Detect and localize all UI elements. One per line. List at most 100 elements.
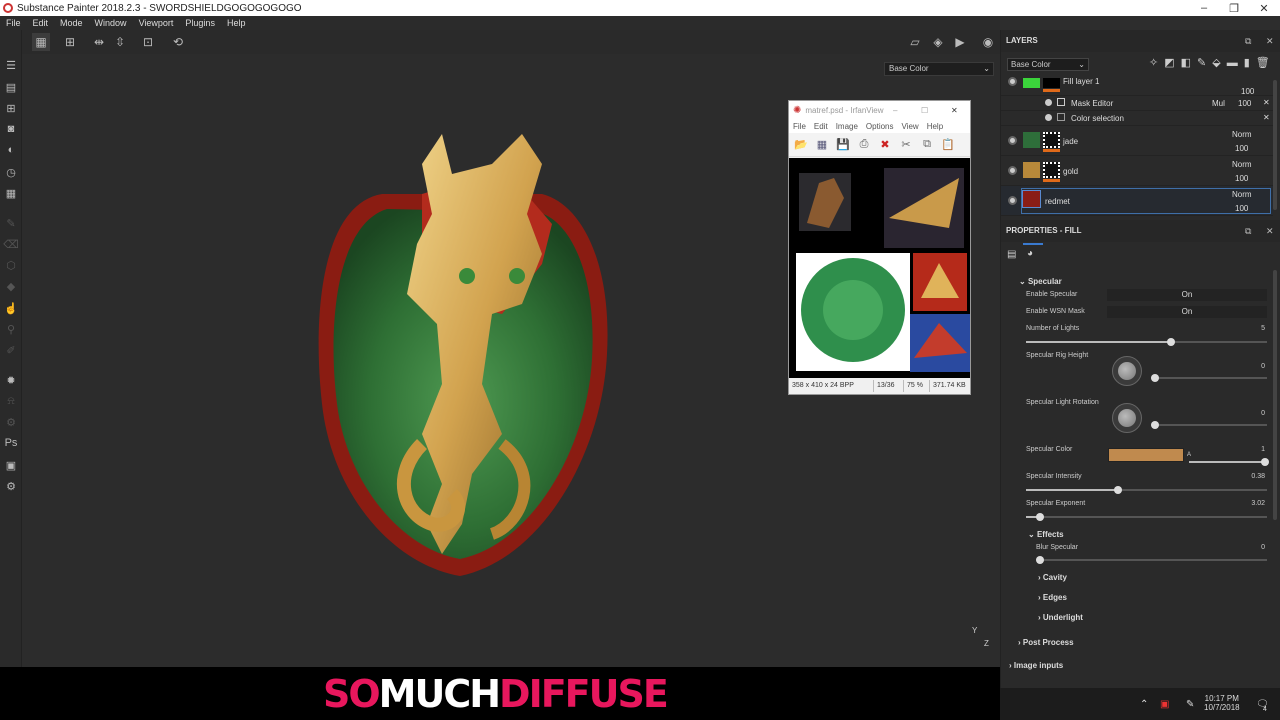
settings-icon[interactable]: ⚙: [4, 479, 18, 493]
minimize-button[interactable]: –: [1188, 0, 1220, 16]
projection-icon[interactable]: ⬡: [4, 258, 18, 272]
light-rotation-dial[interactable]: [1112, 403, 1142, 433]
smudge-icon[interactable]: ☝: [4, 301, 18, 315]
slider-knob[interactable]: [1166, 338, 1175, 346]
reset-view-icon[interactable]: ⟲: [169, 33, 187, 51]
remove-effect-icon[interactable]: ✕: [1263, 113, 1270, 122]
print-icon[interactable]: ⎙: [855, 137, 873, 153]
light-rotation-slider[interactable]: [1151, 421, 1267, 429]
blend-mode[interactable]: Norm: [1232, 130, 1252, 139]
display-settings-icon[interactable]: ◙: [4, 122, 18, 136]
grid-2-icon[interactable]: ⊞: [61, 33, 79, 51]
layers-scrollbar[interactable]: [1273, 80, 1277, 210]
screenshot-icon[interactable]: ◉: [979, 33, 997, 51]
eraser-icon[interactable]: ⌫: [3, 237, 19, 251]
irfan-menu-help[interactable]: Help: [927, 122, 943, 131]
underlight-section-header[interactable]: › Underlight: [1038, 613, 1083, 622]
clone-icon[interactable]: ⚲: [4, 322, 18, 336]
paste-icon[interactable]: 📋: [939, 137, 957, 153]
add-folder-icon[interactable]: ▬: [1227, 57, 1244, 69]
add-mask-icon[interactable]: ◩: [1164, 57, 1180, 69]
remove-effect-icon[interactable]: ✕: [1263, 98, 1270, 107]
rig-height-dial[interactable]: [1112, 356, 1142, 386]
sphere-tab-icon[interactable]: ◕: [1027, 248, 1033, 259]
spec-intensity-slider[interactable]: [1026, 486, 1267, 494]
irfan-maximize-button[interactable]: ☐: [921, 106, 928, 115]
clock[interactable]: 10:17 PM 10/7/2018: [1204, 694, 1240, 712]
irfan-minimize-button[interactable]: –: [893, 106, 897, 115]
slider-knob[interactable]: [1036, 513, 1045, 521]
layer-row-gold[interactable]: gold Norm 100: [1001, 156, 1273, 186]
history-icon[interactable]: ◷: [4, 165, 18, 179]
light-rotation-value[interactable]: 0: [1225, 410, 1265, 417]
spec-alpha-value[interactable]: 1: [1225, 446, 1265, 453]
layers-close-icon[interactable]: ✕: [1266, 30, 1274, 52]
properties-close-icon[interactable]: ✕: [1266, 220, 1274, 242]
num-lights-value[interactable]: 5: [1225, 325, 1265, 332]
camera-video-icon[interactable]: ▶: [951, 33, 969, 51]
mode-2d-icon[interactable]: ▱: [906, 33, 924, 51]
irfanview-window[interactable]: ✺ matref.psd - IrfanView – ☐ ✕ File Edit…: [788, 100, 971, 395]
visibility-eye-icon[interactable]: [1008, 166, 1017, 175]
menu-mode[interactable]: Mode: [60, 18, 83, 28]
menu-help[interactable]: Help: [227, 18, 246, 28]
sun-light-icon[interactable]: ✹: [4, 373, 18, 387]
spec-exponent-slider[interactable]: [1026, 513, 1267, 521]
add-layer-icon[interactable]: ▮: [1244, 57, 1256, 69]
layers-panel-icon[interactable]: ☰: [4, 58, 18, 72]
symmetry-icon[interactable]: ⇹: [90, 33, 108, 51]
blend-mode[interactable]: Mul: [1212, 99, 1225, 108]
visibility-eye-icon[interactable]: [1008, 77, 1017, 86]
rig-height-value[interactable]: 0: [1225, 363, 1265, 370]
spec-color-swatch[interactable]: [1108, 448, 1184, 462]
texture-set-icon[interactable]: ▤: [4, 80, 18, 94]
rig-height-slider[interactable]: [1151, 374, 1267, 382]
bell-icon[interactable]: ⍾: [4, 394, 18, 408]
layer-row-mask-editor[interactable]: Mask Editor Mul 100 ✕: [1001, 96, 1273, 111]
layer-row-fill-layer-1[interactable]: Fill layer 1 100: [1001, 74, 1273, 96]
slider-knob[interactable]: [1151, 374, 1159, 382]
irfan-menu-view[interactable]: View: [902, 122, 919, 131]
visibility-eye-icon[interactable]: [1008, 136, 1017, 145]
slider-knob[interactable]: [1151, 421, 1159, 429]
blend-mode[interactable]: Norm: [1232, 190, 1252, 199]
enable-wsn-toggle[interactable]: On: [1107, 306, 1267, 318]
spec-exponent-value[interactable]: 3.02: [1225, 500, 1265, 507]
cavity-section-header[interactable]: › Cavity: [1038, 573, 1067, 582]
gear-dim-icon[interactable]: ⚙: [4, 415, 18, 429]
menu-viewport[interactable]: Viewport: [139, 18, 174, 28]
irfan-menu-file[interactable]: File: [793, 122, 806, 131]
paint-brush-icon[interactable]: ✎: [4, 216, 18, 230]
blur-specular-slider[interactable]: [1036, 556, 1267, 564]
properties-float-icon[interactable]: ⧉: [1245, 220, 1251, 242]
enable-specular-toggle[interactable]: On: [1107, 289, 1267, 301]
irfan-menu-edit[interactable]: Edit: [814, 122, 828, 131]
log-icon[interactable]: ▦: [4, 186, 18, 200]
effects-section-header[interactable]: ⌄ Effects: [1028, 530, 1064, 539]
app-tray-icon[interactable]: ▣: [1160, 699, 1169, 710]
add-fill-layer-icon[interactable]: ⬙: [1212, 57, 1226, 69]
cut-icon[interactable]: ✂: [897, 137, 915, 153]
cube-icon[interactable]: ◈: [929, 33, 947, 51]
layer-row-color-selection[interactable]: Color selection ✕: [1001, 111, 1273, 126]
edges-section-header[interactable]: › Edges: [1038, 593, 1067, 602]
properties-scrollbar[interactable]: [1273, 270, 1277, 520]
add-effect-icon[interactable]: ✧: [1149, 57, 1164, 69]
symmetry-vertical-icon[interactable]: ⇳: [111, 33, 129, 51]
post-process-section-header[interactable]: › Post Process: [1018, 638, 1074, 647]
spec-intensity-value[interactable]: 0.38: [1225, 473, 1265, 480]
menu-window[interactable]: Window: [95, 18, 127, 28]
menu-edit[interactable]: Edit: [33, 18, 49, 28]
irfan-menu-options[interactable]: Options: [866, 122, 894, 131]
slider-knob[interactable]: [1113, 486, 1122, 494]
layer-opacity[interactable]: 100: [1235, 174, 1248, 183]
visibility-eye-icon[interactable]: [1008, 196, 1017, 205]
menu-plugins[interactable]: Plugins: [185, 18, 215, 28]
slideshow-icon[interactable]: ▦: [813, 137, 831, 153]
close-button[interactable]: ✕: [1248, 0, 1280, 16]
pen-tray-icon[interactable]: ✎: [1186, 699, 1194, 710]
layer-opacity[interactable]: 100: [1241, 87, 1254, 96]
visibility-eye-icon[interactable]: [1045, 99, 1052, 106]
irfan-close-button[interactable]: ✕: [951, 106, 958, 115]
menu-file[interactable]: File: [6, 18, 21, 28]
